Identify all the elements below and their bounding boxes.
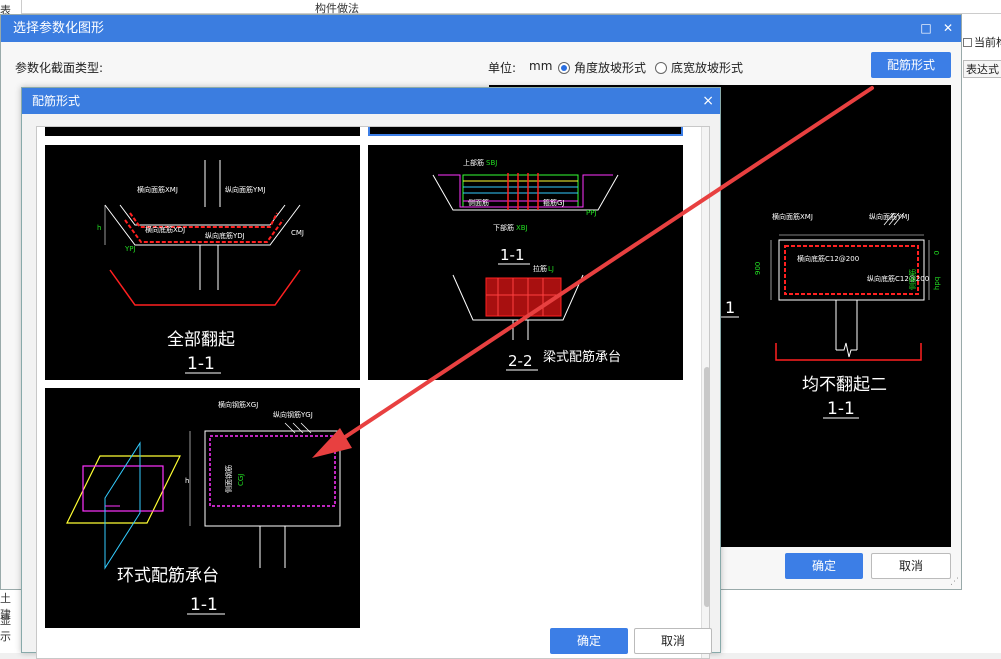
annotation-arrow bbox=[312, 86, 874, 458]
